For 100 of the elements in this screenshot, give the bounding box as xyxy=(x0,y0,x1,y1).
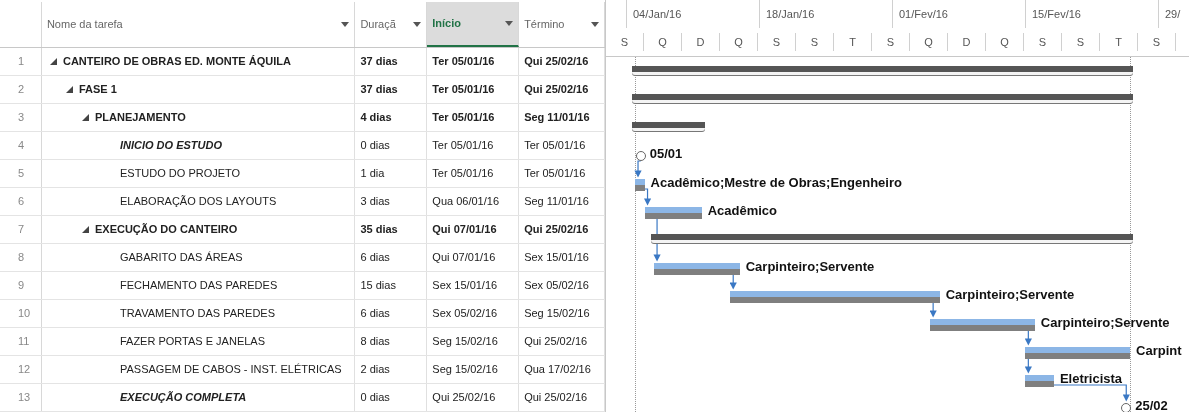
timescale-label: Q xyxy=(924,34,933,50)
task-name: FECHAMENTO DAS PAREDES xyxy=(119,278,278,294)
dropdown-caret-icon xyxy=(413,22,422,27)
timescale-label: Q xyxy=(734,34,743,50)
duration-cell: 4 dias xyxy=(355,104,428,131)
timescale-label: 01/Fev/16 xyxy=(899,6,948,22)
row-number: 6 xyxy=(0,188,42,215)
duration-cell: 8 dias xyxy=(355,328,428,355)
dropdown-caret-icon xyxy=(591,22,599,27)
start-date-cell: Qua 06/01/16 xyxy=(427,188,520,215)
resource-label: Eletricista xyxy=(1059,370,1123,388)
start-date-cell: Ter 05/01/16 xyxy=(427,160,520,187)
dropdown-caret-icon xyxy=(341,22,350,27)
timescale-label: T xyxy=(1115,34,1122,50)
duration-cell: 0 dias xyxy=(355,132,428,159)
collapse-triangle-icon[interactable] xyxy=(81,114,89,121)
timescale-label: 15/Fev/16 xyxy=(1032,6,1081,22)
start-date-cell: Qui 07/01/16 xyxy=(427,244,520,271)
collapse-triangle-icon[interactable] xyxy=(49,58,57,65)
row-number: 7 xyxy=(0,216,42,243)
finish-date-cell: Seg 11/01/16 xyxy=(519,188,605,215)
finish-date-cell: Qui 25/02/16 xyxy=(519,384,605,411)
dropdown-caret-icon xyxy=(505,21,514,26)
start-date-cell: Qui 25/02/16 xyxy=(427,384,520,411)
timescale-label: S xyxy=(1076,34,1085,50)
start-date-cell: Ter 05/01/16 xyxy=(427,104,520,131)
milestone-icon xyxy=(635,151,646,161)
finish-date-cell: Seg 11/01/16 xyxy=(519,104,605,131)
finish-date-cell: Qua 17/02/16 xyxy=(519,356,605,383)
finish-date-cell: Qui 25/02/16 xyxy=(519,76,605,103)
start-date-cell: Ter 05/01/16 xyxy=(427,76,520,103)
collapse-triangle-icon[interactable] xyxy=(81,226,89,233)
column-header[interactable]: Término xyxy=(519,2,605,47)
duration-cell: 6 dias xyxy=(355,244,428,271)
finish-date-cell: Qui 25/02/16 xyxy=(519,328,605,355)
task-bar xyxy=(1025,375,1054,387)
column-header[interactable]: Início xyxy=(427,2,520,47)
finish-date-cell: Ter 05/01/16 xyxy=(519,160,605,187)
resource-label: Carpint xyxy=(1136,342,1182,360)
row-number: 12 xyxy=(0,356,42,383)
finish-date-cell: Ter 05/01/16 xyxy=(519,132,605,159)
start-date-cell: Ter 05/01/16 xyxy=(427,48,520,75)
timescale-label: Q xyxy=(1000,34,1009,50)
row-number: 1 xyxy=(0,48,42,75)
duration-cell: 1 dia xyxy=(355,160,428,187)
timescale-label: 18/Jan/16 xyxy=(766,6,815,22)
task-bar xyxy=(635,179,645,191)
finish-date-cell: Qui 25/02/16 xyxy=(519,48,605,75)
row-number: 10 xyxy=(0,300,42,327)
duration-cell: 3 dias xyxy=(355,188,428,215)
task-name: EXECUÇÃO DO CANTEIRO xyxy=(94,222,238,238)
task-name: ESTUDO DO PROJETO xyxy=(119,166,241,182)
duration-cell: 15 dias xyxy=(355,272,428,299)
timescale-label: S xyxy=(1038,34,1047,50)
finish-date-cell: Sex 05/02/16 xyxy=(519,272,605,299)
duration-cell: 37 dias xyxy=(355,48,428,75)
duration-cell: 0 dias xyxy=(355,384,428,411)
start-date-cell: Seg 15/02/16 xyxy=(427,356,520,383)
timescale-label: S xyxy=(886,34,895,50)
task-name: INICIO DO ESTUDO xyxy=(119,138,222,154)
timescale-label: S xyxy=(620,34,629,50)
duration-cell: 2 dias xyxy=(355,356,428,383)
timescale-label: S xyxy=(810,34,819,50)
timescale-label: Q xyxy=(658,34,667,50)
task-name: TRAVAMENTO DAS PAREDES xyxy=(119,306,275,322)
timescale-label: D xyxy=(962,34,971,50)
row-number: 9 xyxy=(0,272,42,299)
start-date-cell: Sex 05/02/16 xyxy=(427,300,520,327)
resource-label: Acadêmico;Mestre de Obras;Engenheiro xyxy=(650,174,902,192)
task-name: CANTEIRO DE OBRAS ED. MONTE ÁQUILA xyxy=(62,54,291,70)
task-name: PLANEJAMENTO xyxy=(94,110,186,126)
resource-label: Carpinteiro;Servente xyxy=(945,286,1075,304)
task-name: FAZER PORTAS E JANELAS xyxy=(119,334,266,350)
resource-label: Carpinteiro;Servente xyxy=(745,258,875,276)
duration-cell: 35 dias xyxy=(355,216,428,243)
timescale-label: D xyxy=(696,34,705,50)
collapse-triangle-icon[interactable] xyxy=(65,86,73,93)
start-date-cell: Seg 15/02/16 xyxy=(427,328,520,355)
column-header[interactable]: Nome da tarefa xyxy=(41,2,356,47)
row-number: 13 xyxy=(0,384,42,411)
task-name: EXECUÇÃO COMPLETA xyxy=(119,390,247,406)
task-name: ELABORAÇÃO DOS LAYOUTS xyxy=(119,194,277,210)
timescale-label: T xyxy=(849,34,856,50)
row-number: 5 xyxy=(0,160,42,187)
row-number: 11 xyxy=(0,328,42,355)
task-name: FASE 1 xyxy=(78,82,117,98)
finish-date-cell: Seg 15/02/16 xyxy=(519,300,605,327)
task-name: GABARITO DAS ÁREAS xyxy=(119,250,243,266)
timescale-label: 29/ xyxy=(1165,6,1181,22)
timescale-label: S xyxy=(1152,34,1161,50)
resource-label: Carpinteiro;Servente xyxy=(1040,314,1170,332)
start-date-cell: Sex 15/01/16 xyxy=(427,272,520,299)
finish-date-cell: Qui 25/02/16 xyxy=(519,216,605,243)
duration-cell: 6 dias xyxy=(355,300,428,327)
resource-label: Acadêmico xyxy=(707,202,778,220)
milestone-label: 05/01 xyxy=(649,145,683,163)
start-date-cell: Qui 07/01/16 xyxy=(427,216,520,243)
row-number: 4 xyxy=(0,132,42,159)
timescale-label: 04/Jan/16 xyxy=(633,6,682,22)
finish-date-cell: Sex 15/01/16 xyxy=(519,244,605,271)
